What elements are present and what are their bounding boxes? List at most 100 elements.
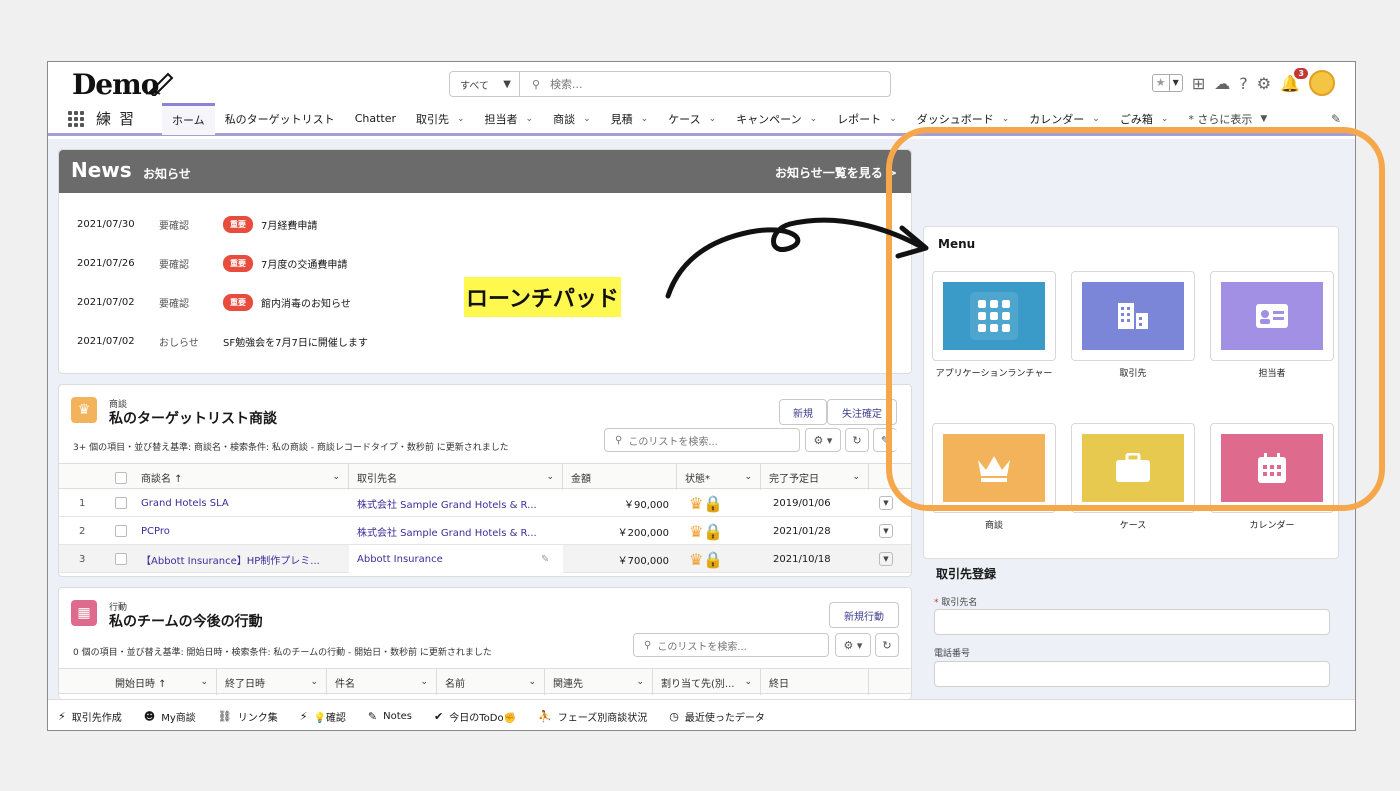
list-title[interactable]: 私のターゲットリスト商談 [109,408,277,428]
utility-item[interactable]: ✎ Notes [368,710,412,723]
chevron-down-icon[interactable]: ⌄ [526,114,534,124]
caret-down-icon[interactable]: ▼ [879,496,893,510]
utility-item[interactable]: ⚡ 💡確認 [300,709,346,724]
column-header[interactable]: 名前 ⌄ [437,669,545,695]
chevron-down-icon[interactable]: ⌄ [528,677,536,687]
utility-item[interactable]: ☻ My商談 [144,709,196,724]
nav-item-4[interactable]: 担当者 ⌄ [475,103,544,135]
menu-tile-label[interactable]: 商談 [929,519,1059,533]
column-header[interactable]: 件名 ⌄ [327,669,437,695]
account-name-link[interactable]: 株式会社 Sample Grand Hotels & R... [349,489,553,517]
utility-item[interactable]: ◷ 最近使ったデータ [669,709,765,724]
chevron-down-icon[interactable]: ⌄ [744,472,752,482]
phone-input[interactable] [934,661,1330,687]
column-header[interactable]: 取引先名 ⌄ [349,464,563,490]
search-input[interactable]: ⚲ 検索... [520,72,890,96]
opportunity-name-link[interactable]: PCPro [133,517,349,545]
trailhead-icon[interactable]: ☁ [1214,74,1230,93]
caret-down-icon[interactable]: ▼ [879,524,893,538]
chevron-down-icon[interactable]: ⌄ [546,472,554,482]
logo[interactable]: Demo [72,68,174,101]
nav-item-2[interactable]: Chatter [345,103,406,135]
chevron-down-icon[interactable]: ⌄ [744,677,752,687]
nav-item-6[interactable]: 見積 ⌄ [601,103,659,135]
menu-tile-label[interactable]: カレンダー [1207,519,1337,533]
news-item[interactable]: 2021/07/02 要確認 重要 館内消毒のお知らせ [77,292,351,312]
table-row[interactable]: 1 Grand Hotels SLA 株式会社 Sample Grand Hotel… [59,489,911,517]
chevron-down-icon[interactable]: ⌄ [1002,114,1010,124]
column-header[interactable]: 商談名 ↑ ⌄ [133,464,349,490]
news-item[interactable]: 2021/07/30 要確認 重要 7月経費申請 [77,214,317,234]
chevron-down-icon[interactable]: ⌄ [810,114,818,124]
refresh-icon[interactable]: ↻ [845,428,869,452]
utility-item[interactable]: ✔ 今日のToDo✊ [434,709,516,724]
global-add-icon[interactable]: ⊞ [1192,74,1205,93]
chevron-down-icon[interactable]: ⌄ [332,472,340,482]
gear-icon[interactable]: ⚙ [1257,74,1271,93]
column-header[interactable]: 完了予定日 ⌄ [761,464,869,490]
row-actions[interactable]: ▼ [871,545,901,573]
nav-item-9[interactable]: レポート ⌄ [827,103,907,135]
utility-item[interactable]: ⚡ 取引先作成 [58,709,122,724]
column-header[interactable]: 関連先 ⌄ [545,669,653,695]
caret-down-icon[interactable]: ▼ [879,552,893,566]
list-search-input[interactable]: ⚲ このリストを検索... [633,633,829,657]
search-scope-select[interactable]: すべて ▼ [450,72,520,96]
nav-item-1[interactable]: 私のターゲットリスト [215,103,345,135]
list-search-input[interactable]: ⚲ このリストを検索... [604,428,800,452]
chevron-down-icon[interactable]: ⌄ [852,472,860,482]
column-header[interactable]: 開始日時 ↑ ⌄ [107,669,217,695]
chevron-down-icon[interactable]: ⌄ [583,114,591,124]
new-event-button[interactable]: 新規行動 [829,602,899,628]
nav-item-0[interactable]: ホーム [162,102,215,135]
new-button[interactable]: 新規 [779,399,827,425]
menu-tile-label[interactable]: ケース [1068,519,1198,533]
column-header[interactable]: 割り当て先(別... ⌄ [653,669,761,695]
bell-icon[interactable]: 🔔 3 [1280,67,1308,93]
chevron-down-icon[interactable]: ⌄ [641,114,649,124]
app-launcher-icon[interactable] [68,110,84,127]
news-all-link[interactable]: お知らせ一覧を見る > [775,164,897,181]
account-name-link[interactable]: 株式会社 Sample Grand Hotels & R... [349,517,553,545]
list-settings-button[interactable]: ⚙ ▾ [835,633,871,657]
nav-item-5[interactable]: 商談 ⌄ [543,103,601,135]
nav-item-8[interactable]: キャンペーン ⌄ [726,103,827,135]
edit-nav-icon[interactable]: ✎ [1331,112,1341,126]
chevron-down-icon[interactable]: ⌄ [636,677,644,687]
news-item[interactable]: 2021/07/02 おしらせ SF勉強会を7月7日に開催します [77,331,368,351]
help-icon[interactable]: ? [1239,74,1248,93]
list-settings-button[interactable]: ⚙ ▾ [805,428,841,452]
chevron-down-icon[interactable]: ⌄ [420,677,428,687]
column-header[interactable]: 終了日時 ⌄ [217,669,327,695]
chevron-down-icon[interactable]: ⌄ [1092,114,1100,124]
nav-item-3[interactable]: 取引先 ⌄ [406,103,475,135]
chevron-down-icon[interactable]: ⌄ [310,677,318,687]
row-actions[interactable]: ▼ [871,517,901,545]
chevron-down-icon[interactable]: ⌄ [709,114,717,124]
nav-item-7[interactable]: ケース ⌄ [658,103,726,135]
opportunity-name-link[interactable]: Grand Hotels SLA [133,489,349,517]
chevron-down-icon[interactable]: ⌄ [457,114,465,124]
chevron-down-icon[interactable]: ⌄ [1161,114,1169,124]
opportunity-name-link[interactable]: 【Abbott Insurance】HP制作プレミ... [133,545,349,573]
column-header[interactable]: 終日 [761,669,869,695]
column-header[interactable]: 状態* ⌄ [677,464,761,490]
news-subtitle: お知らせ [143,167,191,181]
avatar[interactable] [1309,70,1335,96]
list-title[interactable]: 私のチームの今後の行動 [109,611,263,631]
chevron-down-icon[interactable]: ⌄ [200,677,208,687]
favorites-button[interactable]: ★ ▼ [1151,74,1183,92]
table-row[interactable]: 2 PCPro 株式会社 Sample Grand Hotels & R... ￥20… [59,517,911,545]
column-header[interactable]: 金額 [563,464,677,490]
refresh-icon[interactable]: ↻ [875,633,899,657]
utility-item[interactable]: ⛹ フェーズ別商談状況 [538,709,647,724]
table-row[interactable]: 3 【Abbott Insurance】HP制作プレミ... Abbott Insu… [59,545,911,573]
chevron-down-icon[interactable]: ⌄ [889,114,897,124]
pencil-icon[interactable]: ✎ [533,545,563,573]
account-name-link[interactable]: Abbott Insurance [349,545,553,573]
favorites-dropdown-icon[interactable]: ▼ [1168,75,1182,91]
news-item[interactable]: 2021/07/26 要確認 重要 7月度の交通費申請 [77,253,347,273]
utility-item[interactable]: ⛓ リンク集 [218,709,278,724]
form-title: 取引先登録 [936,567,997,581]
account-name-input[interactable] [934,609,1330,635]
